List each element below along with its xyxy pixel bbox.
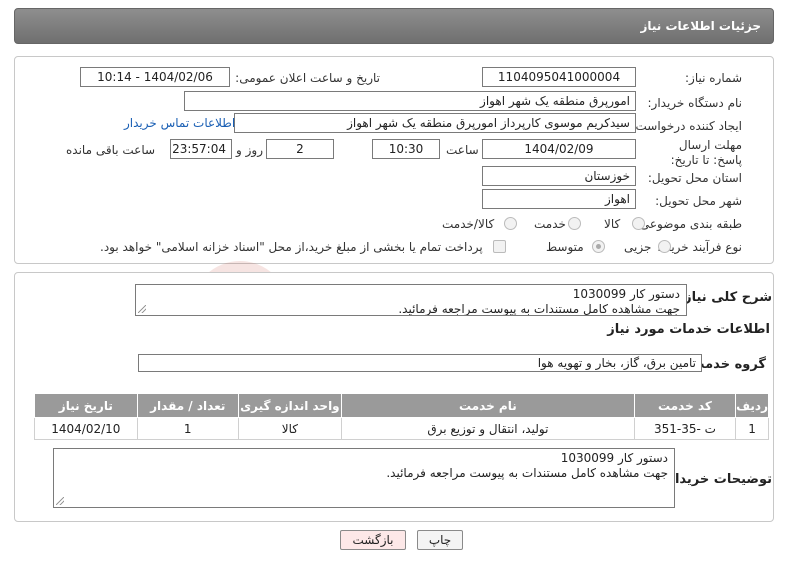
creator-field[interactable]: سیدکریم موسوی کارپرداز امورپرق منطقه یک …	[234, 113, 636, 133]
services-table: ردیف کد خدمت نام خدمت واحد اندازه گیری ت…	[34, 393, 769, 440]
process-minor-label: جزیی	[624, 240, 652, 254]
cell-unit: کالا	[237, 417, 342, 440]
panel-header: جزئیات اطلاعات نیاز	[14, 8, 774, 44]
need-details-section	[14, 56, 774, 264]
col-unit: واحد اندازه گیری	[237, 393, 342, 418]
days-remaining-field[interactable]: 2	[266, 139, 334, 159]
announce-datetime-field[interactable]: 1404/02/06 - 10:14	[80, 67, 230, 87]
process-medium-label: متوسط	[546, 240, 584, 254]
back-button[interactable]: بازگشت	[340, 530, 406, 550]
resize-handle[interactable]	[138, 305, 146, 313]
buyer-contact-link[interactable]: اطلاعات تماس خریدار	[124, 116, 235, 130]
deadline-time-field[interactable]: 10:30	[372, 139, 440, 159]
cell-row-number: 1	[735, 417, 769, 440]
days-label: روز و	[236, 143, 263, 157]
need-number-field[interactable]: 1104095041000004	[482, 67, 636, 87]
description-line-1: دستور کار 1030099	[572, 287, 680, 301]
table-row[interactable]: 1 ت -35-351 تولید، انتقال و توزیع برق کا…	[34, 417, 769, 440]
print-button[interactable]: چاپ	[417, 530, 463, 550]
buyer-notes-label: توضیحات خریدار:	[662, 472, 772, 487]
col-service-name: نام خدمت	[340, 393, 635, 418]
province-field[interactable]: خوزستان	[482, 166, 636, 186]
cell-need-date: 1404/02/10	[34, 417, 138, 440]
col-need-date: تاریخ نیاز	[34, 393, 138, 418]
cell-service-name: تولید، انتقال و توزیع برق	[340, 417, 635, 440]
creator-label: ایجاد کننده درخواست:	[631, 119, 742, 133]
description-line-2: جهت مشاهده کامل مستندات به پیوست مراجعه …	[398, 302, 680, 316]
cell-quantity: 1	[136, 417, 239, 440]
category-label: طبقه بندی موضوعی:	[635, 217, 742, 231]
description-label: شرح کلی نیاز:	[678, 290, 772, 305]
need-number-label: شماره نیاز:	[685, 71, 742, 85]
category-service-label: خدمت	[534, 217, 566, 231]
buyer-notes-line-2: جهت مشاهده کامل مستندات به پیوست مراجعه …	[386, 466, 668, 480]
service-group-field[interactable]: تامین برق، گاز، بخار و تهویه هوا	[138, 354, 702, 372]
remaining-time-field[interactable]: 23:57:04	[170, 139, 232, 159]
col-service-code: کد خدمت	[633, 393, 737, 418]
description-textarea[interactable]: دستور کار 1030099 جهت مشاهده کامل مستندا…	[135, 284, 687, 316]
buyer-notes-textarea[interactable]: دستور کار 1030099 جهت مشاهده کامل مستندا…	[53, 448, 675, 508]
time-label: ساعت	[446, 143, 479, 157]
category-goods-service-label: کالا/خدمت	[442, 217, 495, 231]
treasury-payment-checkbox[interactable]	[493, 240, 506, 253]
services-title: اطلاعات خدمات مورد نیاز	[607, 322, 770, 337]
category-goods-label: کالا	[604, 217, 621, 231]
province-label: استان محل تحویل:	[647, 171, 742, 185]
cell-service-code: ت -35-351	[633, 417, 737, 440]
buyer-notes-line-1: دستور کار 1030099	[560, 451, 668, 465]
table-header-row: ردیف کد خدمت نام خدمت واحد اندازه گیری ت…	[34, 393, 769, 418]
buyer-org-field[interactable]: امورپرق منطقه یک شهر اهواز	[184, 91, 636, 111]
city-label: شهر محل تحویل:	[655, 194, 742, 208]
category-goods-service-radio[interactable]	[504, 217, 517, 230]
deadline-date-field[interactable]: 1404/02/09	[482, 139, 636, 159]
col-row-number: ردیف	[735, 393, 769, 418]
resize-handle[interactable]	[56, 497, 64, 505]
process-minor-radio[interactable]	[658, 240, 671, 253]
buyer-org-label: نام دستگاه خریدار:	[647, 96, 743, 110]
payment-note: پرداخت تمام یا بخشی از مبلغ خرید،از محل …	[100, 240, 483, 254]
announce-label: تاریخ و ساعت اعلان عمومی:	[235, 71, 380, 85]
deadline-label: مهلت ارسال پاسخ: تا تاریخ:	[670, 138, 742, 167]
city-field[interactable]: اهواز	[482, 189, 636, 209]
category-goods-radio[interactable]	[632, 217, 645, 230]
page-title: جزئیات اطلاعات نیاز	[640, 19, 761, 33]
process-medium-radio[interactable]	[592, 240, 605, 253]
category-service-radio[interactable]	[568, 217, 581, 230]
col-quantity: تعداد / مقدار	[136, 393, 239, 418]
remaining-label: ساعت باقی مانده	[66, 143, 156, 157]
